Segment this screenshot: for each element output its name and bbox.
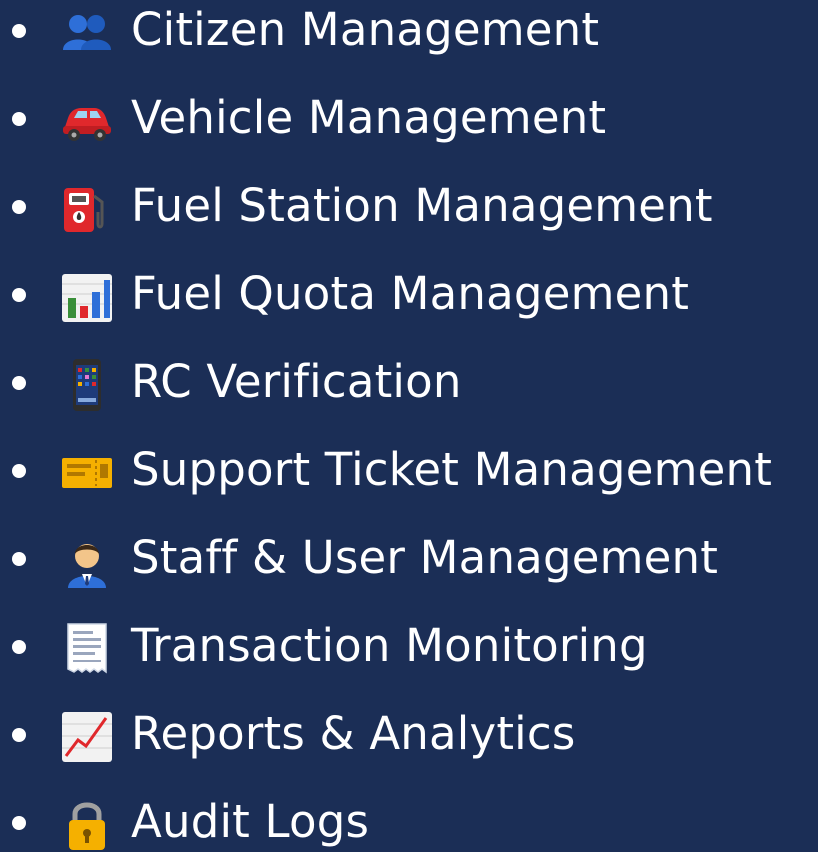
bullet	[12, 464, 26, 478]
bullet	[12, 200, 26, 214]
list-item: Staff & User Management	[0, 528, 818, 588]
fuel-pump-icon	[60, 182, 114, 236]
car-icon	[60, 94, 114, 148]
list-item: Fuel Quota Management	[0, 264, 818, 324]
bullet	[12, 24, 26, 38]
list-item: Support Ticket Management	[0, 440, 818, 500]
bullet	[12, 640, 26, 654]
feature-label: Fuel Station Management	[131, 179, 713, 232]
feature-label: Support Ticket Management	[131, 443, 773, 496]
list-item: RC Verification	[0, 352, 818, 412]
list-item: Citizen Management	[0, 0, 818, 60]
list-item: Vehicle Management	[0, 88, 818, 148]
feature-label: Audit Logs	[131, 795, 370, 848]
list-item: Fuel Station Management	[0, 176, 818, 236]
bullet	[12, 552, 26, 566]
receipt-icon	[60, 622, 114, 676]
feature-label: Citizen Management	[131, 3, 600, 56]
list-item: Audit Logs	[0, 792, 818, 852]
bullet	[12, 376, 26, 390]
feature-label: Staff & User Management	[131, 531, 719, 584]
people-icon	[60, 6, 114, 60]
feature-label: RC Verification	[131, 355, 462, 408]
list-item: Reports & Analytics	[0, 704, 818, 764]
bar-chart-icon	[60, 270, 114, 324]
ticket-icon	[60, 446, 114, 500]
bullet	[12, 816, 26, 830]
mobile-phone-icon	[60, 358, 114, 412]
bullet	[12, 728, 26, 742]
feature-label: Reports & Analytics	[131, 707, 576, 760]
bullet	[12, 288, 26, 302]
office-worker-icon	[60, 534, 114, 588]
trend-chart-icon	[60, 710, 114, 764]
list-item: Transaction Monitoring	[0, 616, 818, 676]
feature-label: Vehicle Management	[131, 91, 607, 144]
feature-label: Transaction Monitoring	[131, 619, 648, 672]
bullet	[12, 112, 26, 126]
feature-label: Fuel Quota Management	[131, 267, 690, 320]
lock-icon	[60, 798, 114, 852]
